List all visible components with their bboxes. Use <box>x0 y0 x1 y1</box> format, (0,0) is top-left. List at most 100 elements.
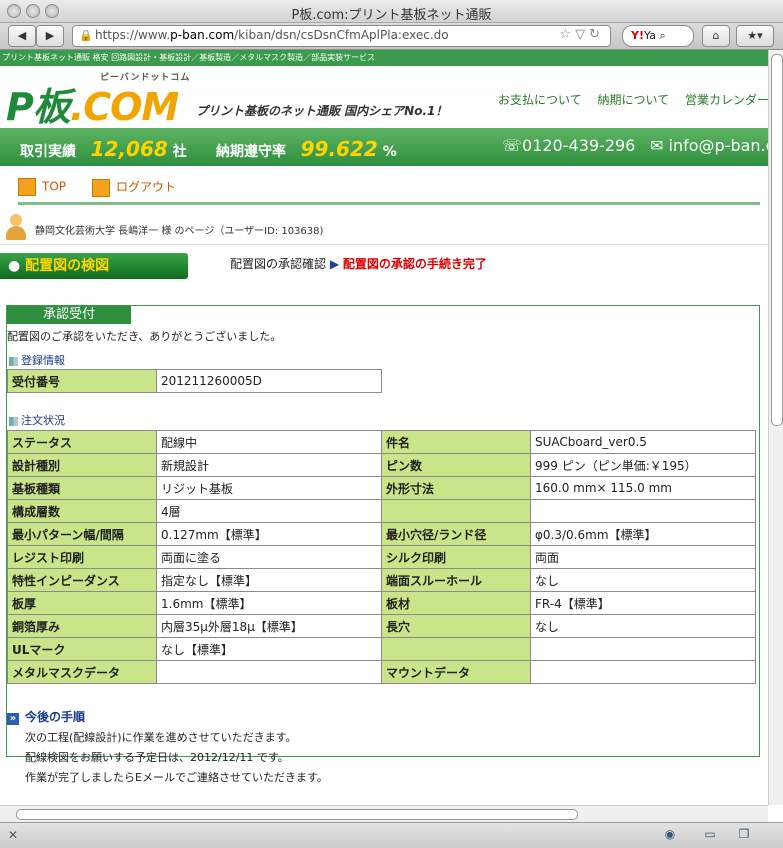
breadcrumb-prev[interactable]: 配置図の承認確認 <box>230 257 326 271</box>
breadcrumb-arrow-icon: ▶ <box>329 257 340 271</box>
forward-arrow-icon: ▶ <box>45 29 55 42</box>
order-label-cell: 銅箔厚み <box>7 614 157 638</box>
order-label-cell: ピン数 <box>381 453 531 477</box>
order-value-cell: 内層35μ外層18μ【標準】 <box>156 614 382 638</box>
order-label-cell: 件名 <box>381 430 531 454</box>
nav-row: TOP ログアウト <box>0 166 768 206</box>
horizontal-scroll-thumb[interactable] <box>16 809 578 820</box>
display-icon[interactable]: ▭ <box>702 827 718 843</box>
approval-panel: 承認受付 配置図のご承認をいただき、ありがとうございました。 登録情報 受付番号… <box>6 305 760 784</box>
nav-logout-link[interactable]: ログアウト <box>92 178 176 197</box>
order-value-cell: 新規設計 <box>156 453 382 477</box>
next-step-3: 作業が完了しましたらEメールでご連絡させていただきます。 <box>25 771 328 784</box>
order-label-cell: メタルマスクデータ <box>7 660 157 684</box>
order-label-cell: 板厚 <box>7 591 157 615</box>
order-value-cell: 4層 <box>156 499 382 523</box>
user-info-text: 静岡文化芸術大学 長嶋洋一 様 のページ（ユーザーID: 103638) <box>35 226 324 237</box>
site-logo[interactable]: P板.COM <box>6 76 179 131</box>
horizontal-scrollbar[interactable] <box>0 805 768 822</box>
order-label-cell: 長穴 <box>381 614 531 638</box>
user-info-row: 静岡文化芸術大学 長嶋洋一 様 のページ（ユーザーID: 103638) <box>0 212 768 245</box>
order-value-cell: φ0.3/0.6mm【標準】 <box>530 522 756 546</box>
next-steps: » 今後の手順 次の工程(配線設計)に作業を進めさせていただきます。 配線検図をお… <box>7 708 328 785</box>
arrow-right-icon: » <box>7 713 19 725</box>
section-title: ● 配置図の検図 <box>0 253 188 279</box>
order-label-cell: 構成層数 <box>7 499 157 523</box>
order-label-cell: ステータス <box>7 430 157 454</box>
table-row: 銅箔厚み 内層35μ外層18μ【標準】 長穴 なし <box>7 614 756 638</box>
registration-table: 受付番号 201211260005D <box>7 369 382 393</box>
breadcrumb: 配置図の承認確認 ▶ 配置図の承認の手続き完了 <box>230 255 487 272</box>
table-row: ステータス 配線中 件名 SUACboard_ver0.5 <box>7 430 756 454</box>
search-box[interactable]: Y!Ya ⌕ <box>622 25 694 47</box>
order-value-cell: 160.0 mm× 115.0 mm <box>530 476 756 500</box>
home-button[interactable]: ⌂ <box>702 25 730 47</box>
table-row: 設計種別 新規設計 ピン数 999 ピン（ピン単価:￥195） <box>7 453 756 477</box>
bookmarks-menu-button[interactable]: ★▾ <box>736 25 774 47</box>
header-link-calendar[interactable]: 営業カレンダー <box>685 93 768 107</box>
order-label-cell <box>381 499 531 523</box>
registration-heading: 登録情報 <box>9 352 65 368</box>
globe-icon[interactable]: ◉ <box>662 827 678 843</box>
email-link[interactable]: ✉ info@p-ban.co <box>650 136 768 155</box>
order-label-cell: シルク印刷 <box>381 545 531 569</box>
table-row: 基板種類 リジット基板 外形寸法 160.0 mm× 115.0 mm <box>7 476 756 500</box>
order-value-cell: 1.6mm【標準】 <box>156 591 382 615</box>
window-title: P板.com:プリント基板ネット通販 <box>291 8 492 23</box>
next-step-2: 配線検図をお願いする予定日は、2012/12/11 です。 <box>25 751 289 764</box>
table-row: 特性インピーダンス 指定なし【標準】 端面スルーホール なし <box>7 568 756 592</box>
yahoo-icon: Y! <box>631 29 644 42</box>
order-label-cell: 設計種別 <box>7 453 157 477</box>
order-label-cell: 外形寸法 <box>381 476 531 500</box>
user-avatar-icon <box>6 214 26 240</box>
back-button[interactable]: ◀ <box>8 25 36 47</box>
windows-icon[interactable]: ❐ <box>736 827 752 843</box>
window-titlebar: P板.com:プリント基板ネット通販 <box>0 0 783 23</box>
reg-number-label: 受付番号 <box>7 369 157 393</box>
order-label-cell: 板材 <box>381 591 531 615</box>
header-link-payment[interactable]: お支払について <box>498 93 582 107</box>
ontime-stat: 納期遵守率 99.622 % <box>216 137 397 161</box>
home-icon: ⌂ <box>712 29 720 42</box>
order-label-cell: レジスト印刷 <box>7 545 157 569</box>
site-header: ピーバンドットコム P板.COM プリント基板のネット通販 国内シェアNo.1！… <box>0 66 768 131</box>
order-status-table: ステータス 配線中 件名 SUACboard_ver0.5 設計種別 新規設計 ピン数 999… <box>7 430 756 684</box>
order-value-cell <box>530 660 756 684</box>
mail-icon: ✉ <box>650 136 664 155</box>
table-row: 構成層数 4層 <box>7 499 756 523</box>
table-row: レジスト印刷 両面に塗る シルク印刷 両面 <box>7 545 756 569</box>
order-value-cell: FR-4【標準】 <box>530 591 756 615</box>
order-value-cell: リジット基板 <box>156 476 382 500</box>
order-value-cell <box>156 660 382 684</box>
order-label-cell: 最小穴径/ランド径 <box>381 522 531 546</box>
vertical-scroll-thumb[interactable] <box>771 54 783 426</box>
site-top-strip: プリント基板ネット通販 格安 回路図設計・基板設計／基板製造／メタルマスク製造／… <box>0 50 768 66</box>
phone-number[interactable]: ☏0120-439-296 <box>502 136 635 155</box>
address-bar[interactable]: 🔒 https://www.p-ban.com/kiban/dsn/csDsnC… <box>72 25 611 47</box>
section-header: ● 配置図の検図 配置図の承認確認 ▶ 配置図の承認の手続き完了 <box>0 251 768 287</box>
bookmark-star-icon[interactable]: ☆▽↻ <box>559 27 604 42</box>
thanks-message: 配置図のご承認をいただき、ありがとうございました。 <box>7 330 282 343</box>
vertical-scrollbar[interactable] <box>768 50 783 805</box>
forward-button[interactable]: ▶ <box>36 25 64 47</box>
close-icon[interactable]: ✕ <box>8 828 18 842</box>
next-steps-heading: » 今後の手順 <box>7 708 328 725</box>
table-row: ULマーク なし【標準】 <box>7 637 756 661</box>
breadcrumb-current: 配置図の承認の手続き完了 <box>342 257 487 271</box>
order-label-cell: 最小パターン幅/間隔 <box>7 522 157 546</box>
logout-icon <box>92 178 110 197</box>
table-row: メタルマスクデータ マウントデータ <box>7 660 756 684</box>
address-url[interactable]: https://www.p-ban.com/kiban/dsn/csDsnCfm… <box>95 28 449 42</box>
order-value-cell: 配線中 <box>156 430 382 454</box>
search-icon: ⌕ <box>659 29 666 42</box>
order-status-heading: 注文状況 <box>9 412 65 428</box>
nav-top-link[interactable]: TOP <box>18 178 66 196</box>
order-value-cell <box>530 499 756 523</box>
grid-bullet-icon <box>9 356 18 366</box>
nav-divider <box>18 202 760 205</box>
order-value-cell: 両面 <box>530 545 756 569</box>
header-links: お支払について 納期について 営業カレンダー サイ <box>498 91 768 108</box>
site-tagline: プリント基板のネット通販 国内シェアNo.1！ <box>196 104 448 118</box>
person-icon <box>18 178 36 196</box>
header-link-delivery[interactable]: 納期について <box>597 93 669 107</box>
